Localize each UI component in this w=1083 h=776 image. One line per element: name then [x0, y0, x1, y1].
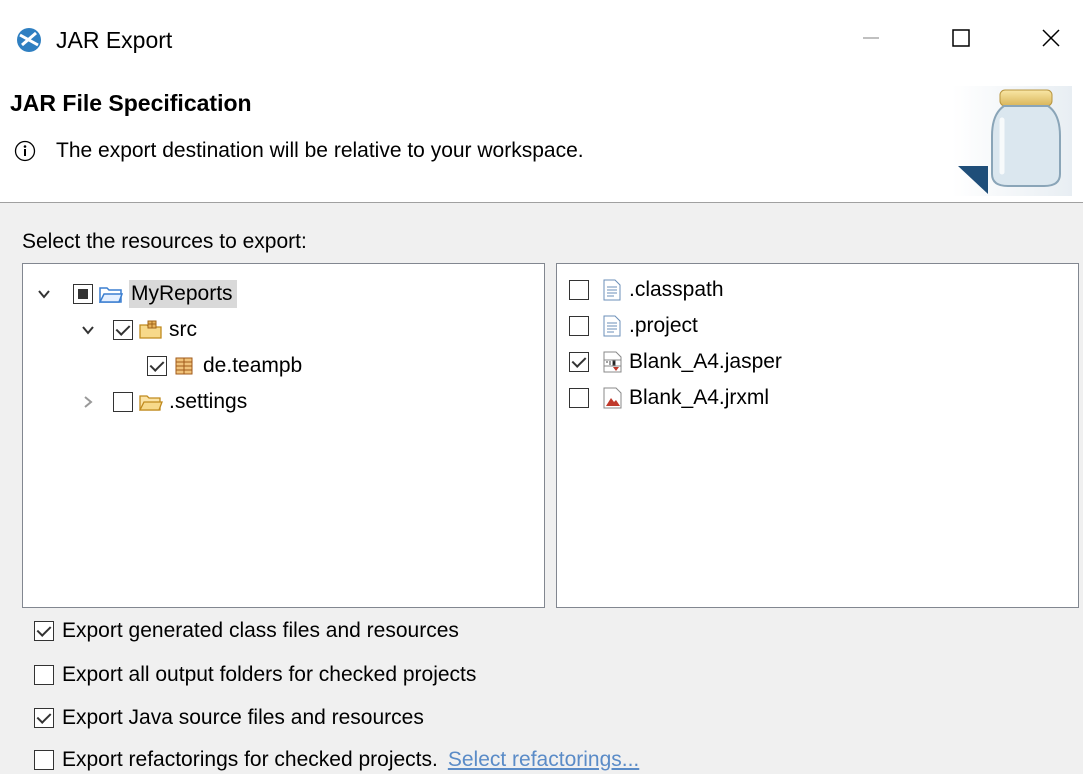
- file-item-label: Blank_A4.jrxml: [629, 386, 770, 409]
- chevron-down-icon[interactable]: [33, 283, 55, 305]
- window-titlebar: JAR Export: [0, 0, 1083, 80]
- tree-checkbox-myreports[interactable]: [73, 284, 93, 304]
- option-label: Export generated class files and resourc…: [62, 619, 459, 642]
- close-icon: [1041, 28, 1061, 53]
- option-checkbox[interactable]: [34, 708, 54, 728]
- close-button[interactable]: [1028, 20, 1074, 60]
- file-item-jasper[interactable]: Blank_A4.jasper: [569, 344, 782, 380]
- option-checkbox[interactable]: [34, 621, 54, 641]
- option-export-class-files[interactable]: Export generated class files and resourc…: [34, 615, 459, 647]
- file-item-project[interactable]: .project: [569, 308, 698, 344]
- jasper-file-icon: [603, 351, 627, 373]
- info-message: The export destination will be relative …: [56, 139, 584, 162]
- option-label: Export all output folders for checked pr…: [62, 663, 477, 686]
- jar-banner-icon: [952, 86, 1072, 196]
- tree-item-label: .settings: [169, 390, 248, 413]
- file-item-label: .classpath: [629, 278, 724, 301]
- maximize-icon: [951, 28, 971, 53]
- wizard-header: JAR File Specification The export destin…: [0, 80, 1083, 203]
- option-export-refactorings[interactable]: Export refactorings for checked projects…: [34, 744, 639, 776]
- option-export-output-folders[interactable]: Export all output folders for checked pr…: [34, 659, 476, 691]
- option-label: Export refactorings for checked projects…: [62, 748, 438, 771]
- file-checkbox[interactable]: [569, 388, 589, 408]
- tree-item-label: src: [169, 318, 197, 341]
- option-checkbox[interactable]: [34, 750, 54, 770]
- jar-export-app-icon: [16, 27, 42, 53]
- resource-tree[interactable]: MyReports src de.teampb .settings: [22, 263, 545, 608]
- tree-item-myreports[interactable]: MyReports: [33, 276, 237, 312]
- option-export-java-sources[interactable]: Export Java source files and resources: [34, 702, 424, 734]
- file-item-label: .project: [629, 314, 698, 337]
- select-refactorings-link[interactable]: Select refactorings...: [448, 748, 639, 772]
- minimize-button[interactable]: [848, 20, 894, 60]
- tree-item-label: de.teampb: [203, 354, 303, 377]
- option-label: Export Java source files and resources: [62, 706, 424, 729]
- tree-checkbox-settings[interactable]: [113, 392, 133, 412]
- page-title: JAR File Specification: [10, 90, 252, 116]
- file-checkbox[interactable]: [569, 352, 589, 372]
- package-icon: [173, 355, 197, 377]
- source-folder-icon: [139, 319, 163, 341]
- folder-icon: [139, 391, 163, 413]
- file-item-classpath[interactable]: .classpath: [569, 272, 724, 308]
- info-icon: [14, 140, 36, 162]
- project-folder-icon: [99, 283, 123, 305]
- tree-item-de-teampb[interactable]: de.teampb: [147, 348, 302, 384]
- text-file-icon: [603, 279, 627, 301]
- text-file-icon: [603, 315, 627, 337]
- maximize-button[interactable]: [938, 20, 984, 60]
- wizard-body: Select the resources to export: MyReport…: [0, 203, 1083, 774]
- minimize-icon: [861, 28, 881, 53]
- chevron-down-icon[interactable]: [77, 319, 99, 341]
- file-item-jrxml[interactable]: Blank_A4.jrxml: [569, 380, 769, 416]
- file-item-label: Blank_A4.jasper: [629, 350, 782, 373]
- tree-item-settings[interactable]: .settings: [77, 384, 247, 420]
- tree-item-label: MyReports: [129, 280, 237, 308]
- option-checkbox[interactable]: [34, 665, 54, 685]
- tree-checkbox-src[interactable]: [113, 320, 133, 340]
- chevron-right-icon[interactable]: [77, 391, 99, 413]
- resources-label: Select the resources to export:: [22, 230, 307, 253]
- file-checkbox[interactable]: [569, 316, 589, 336]
- file-list[interactable]: .classpath .project Blank_A4.jasper Blan…: [556, 263, 1079, 608]
- tree-item-src[interactable]: src: [77, 312, 197, 348]
- jrxml-file-icon: [603, 387, 627, 409]
- tree-checkbox-de-teampb[interactable]: [147, 356, 167, 376]
- window-title: JAR Export: [56, 27, 173, 53]
- file-checkbox[interactable]: [569, 280, 589, 300]
